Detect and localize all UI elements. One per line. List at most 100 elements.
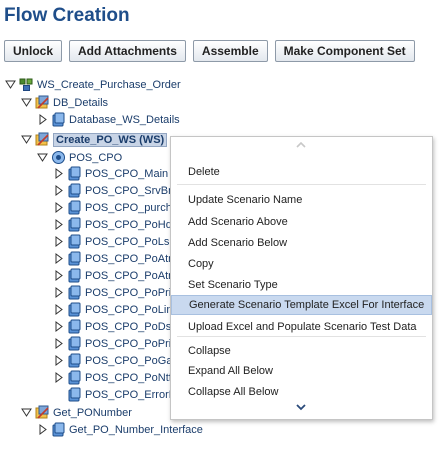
tree-node-label: Get_PO_Number_Interface (69, 423, 203, 436)
collapse-toggle-icon[interactable] (52, 337, 65, 350)
component-icon (67, 217, 82, 232)
collapse-toggle-icon[interactable] (52, 218, 65, 231)
collapse-toggle-icon[interactable] (52, 167, 65, 180)
context-menu-item[interactable]: Collapse All Below (171, 382, 432, 402)
component-icon (67, 234, 82, 249)
context-menu: Delete Update Scenario Name Add Scenario A… (170, 136, 433, 420)
tree-node[interactable]: POS_CPO_ErrorMes (52, 386, 190, 403)
collapse-toggle-icon[interactable] (52, 201, 65, 214)
tree-node-label: POS_CPO_purch (85, 201, 172, 214)
expand-toggle-icon[interactable] (20, 96, 33, 109)
collapse-toggle-icon[interactable] (52, 286, 65, 299)
component-icon (67, 268, 82, 283)
tree-node-label: POS_CPO_PoPri (85, 286, 172, 299)
context-menu-item[interactable]: Copy (171, 254, 432, 274)
tree-node[interactable]: POS_CPO_PoLin (52, 301, 172, 318)
context-menu-item[interactable]: Expand All Below (171, 361, 432, 381)
scenario-icon (35, 132, 50, 147)
tree-node-label: POS_CPO_Main (85, 167, 169, 180)
tree-node-label: POS_CPO_SrvBn (85, 184, 175, 197)
unlock-button[interactable]: Unlock (4, 40, 63, 62)
tree-node[interactable]: WS_Create_Purchase_Order (4, 76, 181, 93)
component-icon (51, 112, 66, 127)
expand-toggle-icon[interactable] (20, 133, 33, 146)
collapse-toggle-icon[interactable] (36, 423, 49, 436)
tree-node-label: Database_WS_Details (69, 113, 180, 126)
component-icon (51, 422, 66, 437)
page-title: Flow Creation (4, 5, 130, 26)
context-menu-item[interactable]: Collapse (171, 341, 432, 361)
make-component-set-button[interactable]: Make Component Set (274, 40, 415, 62)
expand-toggle-icon[interactable] (36, 151, 49, 164)
context-menu-item[interactable]: Add Scenario Below (171, 233, 432, 253)
tree-node-label: POS_CPO_PoHd (85, 218, 172, 231)
tree-node-label: POS_CPO_PoGa (85, 354, 173, 367)
context-menu-item[interactable]: Upload Excel and Populate Scenario Test … (171, 317, 432, 337)
context-menu-item[interactable]: Update Scenario Name (171, 190, 432, 210)
menu-separator (177, 184, 426, 185)
tree-node[interactable]: POS_CPO_purch (52, 199, 172, 216)
collapse-toggle-icon[interactable] (52, 235, 65, 248)
component-icon (67, 302, 82, 317)
tree-node[interactable]: Get_PO_Number_Interface (36, 421, 203, 438)
collapse-toggle-icon[interactable] (52, 252, 65, 265)
tree-node[interactable]: POS_CPO_PoDst (52, 318, 174, 335)
tree-node-label: POS_CPO_PoAtr (85, 269, 172, 282)
collapse-toggle-icon[interactable] (36, 113, 49, 126)
collapse-toggle-icon[interactable] (52, 184, 65, 197)
tree-node[interactable]: POS_CPO_PoNtf (52, 369, 172, 386)
expand-toggle-icon[interactable] (4, 78, 17, 91)
context-menu-item[interactable]: Generate Scenario Template Excel For Int… (171, 295, 432, 315)
tree-node-label: POS_CPO_PoLs (85, 235, 170, 248)
tree-node[interactable]: Get_PONumber (20, 404, 132, 421)
assemble-button[interactable]: Assemble (192, 40, 268, 62)
scenario-icon (35, 95, 50, 110)
tree-node-label: POS_CPO_PoAtr (85, 252, 172, 265)
tree-node[interactable]: Database_WS_Details (36, 111, 180, 128)
scenario-icon (35, 405, 50, 420)
component-icon (67, 336, 82, 351)
menu-separator (177, 336, 426, 337)
tree-node[interactable]: POS_CPO_PoHd (52, 216, 172, 233)
component-icon (67, 353, 82, 368)
component-icon (67, 319, 82, 334)
scroll-up-icon[interactable] (293, 141, 309, 151)
tree-node-selected[interactable]: Create_PO_WS (WS) (20, 131, 168, 148)
context-menu-item[interactable]: Delete (171, 162, 432, 182)
tree-node[interactable]: POS_CPO_PoGa (52, 352, 172, 369)
context-menu-item[interactable]: Set Scenario Type (171, 275, 432, 295)
component-icon (67, 251, 82, 266)
tree-node-label: Create_PO_WS (WS) (53, 132, 168, 147)
flow-icon (19, 77, 34, 92)
tree-node-label: DB_Details (53, 96, 109, 109)
context-menu-item[interactable]: Add Scenario Above (171, 212, 432, 232)
collapse-toggle-icon[interactable] (52, 303, 65, 316)
collapse-toggle-icon[interactable] (52, 354, 65, 367)
tree-node[interactable]: POS_CPO_Main (52, 165, 168, 182)
tree-node[interactable]: DB_Details (20, 94, 108, 111)
tree-node-label: POS_CPO_PoLin (85, 303, 173, 316)
tree-node[interactable]: POS_CPO_PoLs (52, 233, 169, 250)
component-icon (67, 370, 82, 385)
scroll-down-icon[interactable] (293, 403, 309, 413)
tree-node-label: POS_CPO_PoNtf (85, 371, 172, 384)
tree-node-label: POS_CPO_PoPri (85, 337, 172, 350)
tree-node-label: POS_CPO (69, 151, 123, 164)
collapse-toggle-icon[interactable] (52, 320, 65, 333)
tree-node-label: WS_Create_Purchase_Order (37, 78, 181, 91)
tree-node-label: POS_CPO_PoDst (85, 320, 175, 333)
collapse-toggle-icon[interactable] (52, 371, 65, 384)
collapse-toggle-icon[interactable] (52, 269, 65, 282)
tree-node[interactable]: POS_CPO_PoAtr (52, 267, 172, 284)
tree-node[interactable]: POS_CPO_SrvBn (52, 182, 174, 199)
tree-node[interactable]: POS_CPO (36, 149, 122, 166)
component-icon (67, 200, 82, 215)
component-icon (67, 285, 82, 300)
component-set-icon (51, 150, 66, 165)
tree-node[interactable]: POS_CPO_PoAtr (52, 250, 172, 267)
add-attachments-button[interactable]: Add Attachments (69, 40, 186, 62)
tree-node[interactable]: POS_CPO_PoPri (52, 335, 171, 352)
expand-toggle-icon[interactable] (20, 406, 33, 419)
component-icon (67, 183, 82, 198)
tree-node[interactable]: POS_CPO_PoPri (52, 284, 171, 301)
